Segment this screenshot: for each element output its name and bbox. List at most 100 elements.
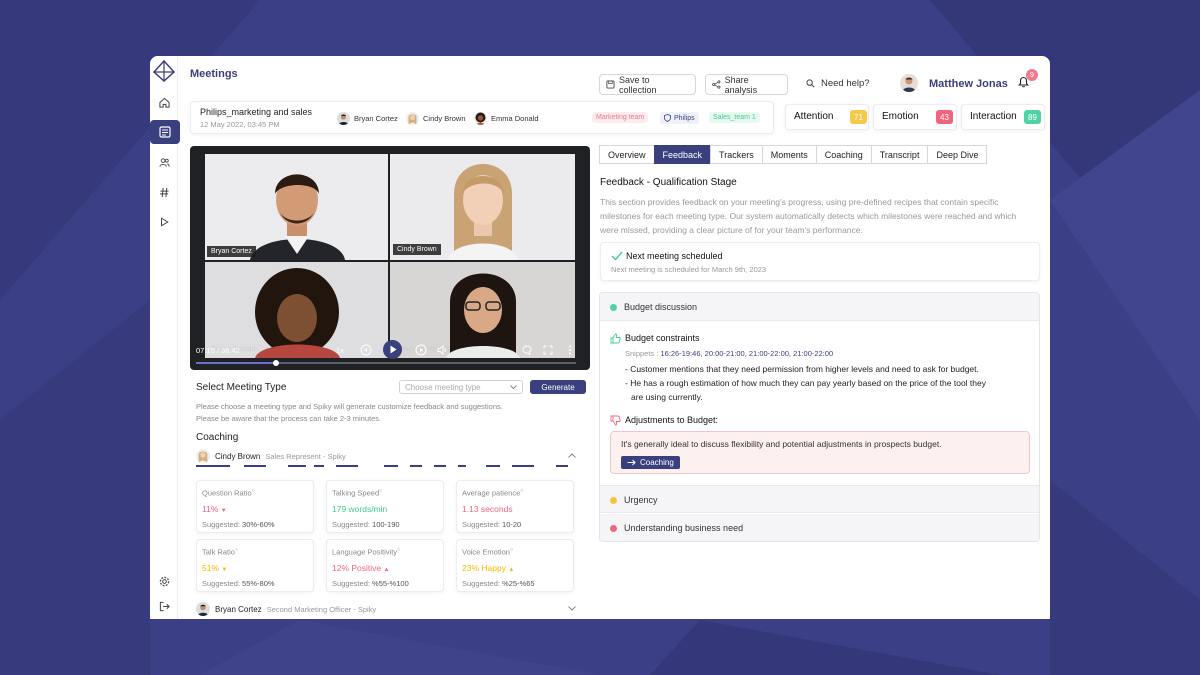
coaching-person-cindy[interactable]: Cindy Brown Sales Represent - Spiky (196, 449, 346, 463)
card-suggested: Suggested: 55%-80% (202, 579, 275, 588)
coaching-card-average-patience[interactable]: Average patience○ 1.13 seconds Suggested… (456, 480, 574, 533)
accordion-budget-discussion[interactable]: Budget discussion (600, 293, 1039, 321)
tag-marketing-team[interactable]: Marketing team (592, 112, 649, 123)
play-pause-icon[interactable] (383, 340, 402, 359)
video-time: 07:15 / 38:42 (196, 346, 240, 355)
generate-button[interactable]: Generate (530, 380, 586, 394)
tab-feedback[interactable]: Feedback (653, 145, 712, 164)
chevron-up-icon[interactable] (568, 453, 576, 458)
save-label: Save to collection (618, 74, 657, 95)
next-meeting-subtitle: Next meeting is scheduled for March 9th,… (611, 265, 767, 274)
coaching-card-talk-ratio[interactable]: Talk Ratio○ 51% ▼ Suggested: 55%-80% (196, 539, 314, 592)
snippet-link[interactable]: 21:00-22:00 (793, 349, 833, 358)
tag-sales-team[interactable]: Sales_team 1 (709, 112, 760, 123)
coaching-card-question-ratio[interactable]: Question Ratio○ 11% ▼ Suggested: 30%-60% (196, 480, 314, 533)
card-label: Talk Ratio○ (202, 547, 238, 557)
participant-cindy[interactable]: Cindy Brown (406, 112, 466, 125)
sidebar-item-logout[interactable] (154, 596, 174, 616)
thumbs-up-icon (610, 333, 621, 344)
coaching-person-role: Sales Represent - Spiky (265, 451, 346, 461)
sidebar-item-recordings[interactable] (154, 212, 174, 232)
card-suggested: Suggested: 10-20 (462, 520, 522, 529)
coaching-card-talking-speed[interactable]: Talking Speed○ 179 words/min Suggested: … (326, 480, 444, 533)
card-value: 179 words/min (332, 504, 388, 514)
participant-name: Emma Donald (491, 114, 539, 123)
metric-attention[interactable]: Attention 71 (785, 104, 869, 130)
meeting-type-select[interactable]: Choose meeting type (399, 380, 523, 394)
tab-deep-dive[interactable]: Deep Dive (927, 145, 988, 164)
tab-trackers[interactable]: Trackers (710, 145, 763, 164)
sidebar-item-topics[interactable] (154, 182, 174, 202)
home-icon (158, 97, 170, 108)
sidebar-item-home[interactable] (154, 92, 174, 112)
coaching-person-bryan[interactable]: Bryan Cortez Second Marketing Officer - … (196, 602, 376, 616)
avatar (337, 112, 350, 125)
metric-value: 71 (850, 110, 867, 124)
participant-video (205, 154, 388, 260)
card-suggested: Suggested: %55-%100 (332, 579, 409, 588)
accordion-business-need[interactable]: Understanding business need (600, 514, 1039, 541)
participant-emma[interactable]: Emma Donald (474, 112, 539, 125)
status-dot (610, 497, 617, 504)
app-window: Meetings Save to collection Share analys… (150, 56, 1050, 619)
playback-speed[interactable]: 1x (336, 346, 344, 355)
share-analysis-button[interactable]: Share analysis (705, 74, 788, 95)
participant-bryan[interactable]: Bryan Cortez (337, 112, 398, 125)
metric-value: 43 (936, 110, 953, 124)
volume-icon[interactable] (437, 345, 448, 355)
metric-label: Interaction (970, 111, 1017, 122)
meetings-icon (159, 126, 171, 138)
sidebar-item-users[interactable] (154, 152, 174, 172)
help-label: Need help? (821, 78, 870, 89)
meeting-type-help-1: Please choose a meeting type and Spiky w… (196, 402, 503, 411)
card-label: Question Ratio○ (202, 488, 255, 498)
sidebar-item-meetings[interactable] (150, 120, 180, 144)
tab-transcript[interactable]: Transcript (870, 145, 929, 164)
analysis-tabs: Overview Feedback Trackers Moments Coach… (599, 145, 988, 164)
sidebar-item-settings[interactable] (154, 571, 174, 591)
adjustments-title: Adjustments to Budget: (625, 415, 719, 425)
tag-label: Philips (674, 114, 695, 122)
tab-coaching[interactable]: Coaching (815, 145, 872, 164)
share-icon (712, 80, 721, 89)
tab-overview[interactable]: Overview (599, 145, 655, 164)
chat-icon[interactable] (522, 345, 532, 355)
accordion-urgency[interactable]: Urgency (600, 485, 1039, 513)
feedback-accordion: Budget discussion Budget constraints Sni… (599, 292, 1040, 542)
card-value: 1.13 seconds (462, 504, 513, 514)
snippet-link[interactable]: 20:00-21:00, (705, 349, 747, 358)
meeting-date: 12 May 2022, 03:45 PM (200, 120, 280, 129)
card-value: 23% Happy ▲ (462, 563, 515, 573)
video-progress-bar[interactable] (196, 360, 576, 366)
coaching-button[interactable]: Coaching (621, 456, 680, 469)
status-dot (610, 525, 617, 532)
metric-emotion[interactable]: Emotion 43 (873, 104, 957, 130)
coaching-card-language-positivity[interactable]: Language Positivity○ 12% Positive ▲ Sugg… (326, 539, 444, 592)
coaching-card-voice-emotion[interactable]: Voice Emotion○ 23% Happy ▲ Suggested: %2… (456, 539, 574, 592)
chevron-down-icon[interactable] (568, 606, 576, 611)
snippet-link[interactable]: 16:26-19:46, (660, 349, 702, 358)
video-player[interactable]: Bryan Cortez Cindy Brown Emma Donald Cha… (190, 146, 590, 370)
tag-philips[interactable]: Philips (660, 112, 699, 124)
tab-moments[interactable]: Moments (761, 145, 817, 164)
settings-icon (159, 576, 169, 586)
feedback-bullet: - He has a rough estimation of how much … (625, 378, 986, 388)
next-meeting-title: Next meeting scheduled (626, 251, 723, 261)
users-icon (158, 157, 170, 167)
rewind-icon[interactable] (360, 344, 372, 356)
notification-badge: 9 (1026, 69, 1038, 81)
select-meeting-type-title: Select Meeting Type (196, 382, 287, 393)
more-icon[interactable] (568, 345, 572, 355)
video-scrubber-handle[interactable] (272, 360, 279, 366)
forward-icon[interactable] (415, 344, 427, 356)
status-dot (610, 304, 617, 311)
need-help-link[interactable]: Need help? (806, 78, 870, 89)
user-avatar[interactable] (900, 74, 918, 92)
save-to-collection-button[interactable]: Save to collection (599, 74, 696, 95)
snippet-link[interactable]: 21:00-22:00, (749, 349, 791, 358)
feedback-description: This section provides feedback on your m… (600, 197, 1017, 235)
metric-interaction[interactable]: Interaction 89 (961, 104, 1045, 130)
accordion-label: Urgency (624, 495, 658, 505)
fullscreen-icon[interactable] (543, 345, 553, 355)
card-label: Average patience○ (462, 488, 524, 498)
